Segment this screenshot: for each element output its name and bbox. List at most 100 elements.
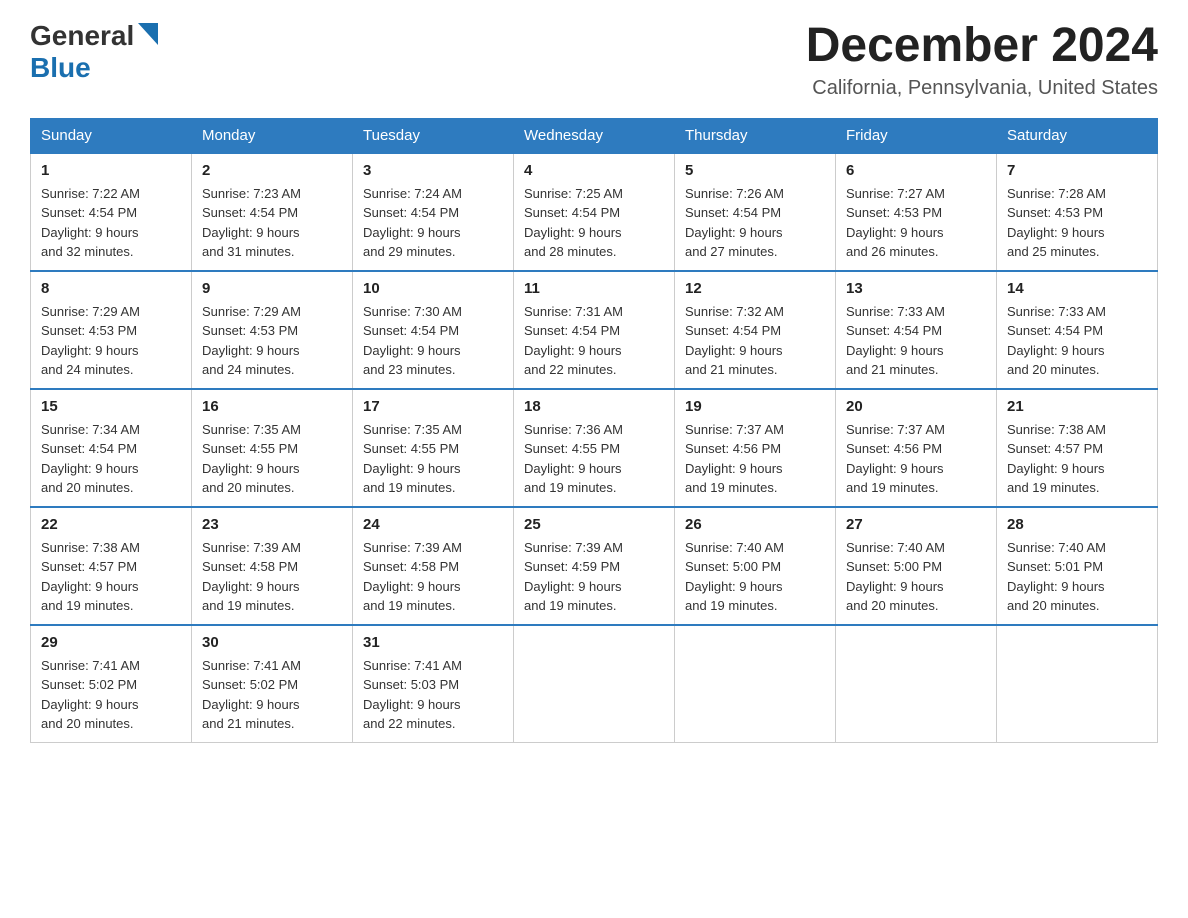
day-info: Sunrise: 7:33 AM Sunset: 4:54 PM Dayligh… <box>846 302 986 380</box>
calendar-day-cell: 24 Sunrise: 7:39 AM Sunset: 4:58 PM Dayl… <box>353 507 514 625</box>
calendar-day-cell: 29 Sunrise: 7:41 AM Sunset: 5:02 PM Dayl… <box>31 625 192 743</box>
calendar-week-row: 15 Sunrise: 7:34 AM Sunset: 4:54 PM Dayl… <box>31 389 1158 507</box>
day-info: Sunrise: 7:26 AM Sunset: 4:54 PM Dayligh… <box>685 184 825 262</box>
logo-arrow-icon <box>138 23 158 50</box>
day-number: 14 <box>1007 280 1147 297</box>
calendar-day-cell: 9 Sunrise: 7:29 AM Sunset: 4:53 PM Dayli… <box>192 271 353 389</box>
day-number: 15 <box>41 398 181 415</box>
day-info: Sunrise: 7:40 AM Sunset: 5:00 PM Dayligh… <box>846 538 986 616</box>
day-number: 5 <box>685 162 825 179</box>
day-number: 21 <box>1007 398 1147 415</box>
day-info: Sunrise: 7:38 AM Sunset: 4:57 PM Dayligh… <box>1007 420 1147 498</box>
day-info: Sunrise: 7:39 AM Sunset: 4:58 PM Dayligh… <box>202 538 342 616</box>
calendar-day-cell <box>836 625 997 743</box>
calendar-day-cell <box>514 625 675 743</box>
day-number: 30 <box>202 634 342 651</box>
calendar-table: SundayMondayTuesdayWednesdayThursdayFrid… <box>30 118 1158 743</box>
day-info: Sunrise: 7:29 AM Sunset: 4:53 PM Dayligh… <box>41 302 181 380</box>
day-number: 18 <box>524 398 664 415</box>
day-number: 9 <box>202 280 342 297</box>
day-number: 16 <box>202 398 342 415</box>
day-number: 27 <box>846 516 986 533</box>
weekday-header-wednesday: Wednesday <box>514 118 675 153</box>
calendar-day-cell: 28 Sunrise: 7:40 AM Sunset: 5:01 PM Dayl… <box>997 507 1158 625</box>
day-number: 12 <box>685 280 825 297</box>
logo: General Blue <box>30 20 158 84</box>
calendar-day-cell: 21 Sunrise: 7:38 AM Sunset: 4:57 PM Dayl… <box>997 389 1158 507</box>
calendar-day-cell: 15 Sunrise: 7:34 AM Sunset: 4:54 PM Dayl… <box>31 389 192 507</box>
day-info: Sunrise: 7:24 AM Sunset: 4:54 PM Dayligh… <box>363 184 503 262</box>
day-info: Sunrise: 7:30 AM Sunset: 4:54 PM Dayligh… <box>363 302 503 380</box>
calendar-day-cell: 27 Sunrise: 7:40 AM Sunset: 5:00 PM Dayl… <box>836 507 997 625</box>
calendar-day-cell: 10 Sunrise: 7:30 AM Sunset: 4:54 PM Dayl… <box>353 271 514 389</box>
calendar-day-cell: 22 Sunrise: 7:38 AM Sunset: 4:57 PM Dayl… <box>31 507 192 625</box>
day-info: Sunrise: 7:31 AM Sunset: 4:54 PM Dayligh… <box>524 302 664 380</box>
day-info: Sunrise: 7:41 AM Sunset: 5:02 PM Dayligh… <box>202 656 342 734</box>
day-number: 31 <box>363 634 503 651</box>
calendar-day-cell: 17 Sunrise: 7:35 AM Sunset: 4:55 PM Dayl… <box>353 389 514 507</box>
calendar-day-cell: 4 Sunrise: 7:25 AM Sunset: 4:54 PM Dayli… <box>514 153 675 271</box>
day-number: 20 <box>846 398 986 415</box>
calendar-day-cell <box>997 625 1158 743</box>
logo-general-text: General <box>30 20 134 52</box>
calendar-day-cell: 23 Sunrise: 7:39 AM Sunset: 4:58 PM Dayl… <box>192 507 353 625</box>
day-number: 29 <box>41 634 181 651</box>
calendar-day-cell: 26 Sunrise: 7:40 AM Sunset: 5:00 PM Dayl… <box>675 507 836 625</box>
day-info: Sunrise: 7:23 AM Sunset: 4:54 PM Dayligh… <box>202 184 342 262</box>
day-number: 22 <box>41 516 181 533</box>
calendar-day-cell: 19 Sunrise: 7:37 AM Sunset: 4:56 PM Dayl… <box>675 389 836 507</box>
calendar-day-cell: 1 Sunrise: 7:22 AM Sunset: 4:54 PM Dayli… <box>31 153 192 271</box>
day-info: Sunrise: 7:39 AM Sunset: 4:59 PM Dayligh… <box>524 538 664 616</box>
weekday-header-monday: Monday <box>192 118 353 153</box>
day-number: 25 <box>524 516 664 533</box>
calendar-day-cell: 13 Sunrise: 7:33 AM Sunset: 4:54 PM Dayl… <box>836 271 997 389</box>
day-info: Sunrise: 7:39 AM Sunset: 4:58 PM Dayligh… <box>363 538 503 616</box>
calendar-week-row: 22 Sunrise: 7:38 AM Sunset: 4:57 PM Dayl… <box>31 507 1158 625</box>
day-number: 3 <box>363 162 503 179</box>
day-number: 23 <box>202 516 342 533</box>
day-info: Sunrise: 7:40 AM Sunset: 5:00 PM Dayligh… <box>685 538 825 616</box>
calendar-day-cell: 25 Sunrise: 7:39 AM Sunset: 4:59 PM Dayl… <box>514 507 675 625</box>
calendar-day-cell: 11 Sunrise: 7:31 AM Sunset: 4:54 PM Dayl… <box>514 271 675 389</box>
day-info: Sunrise: 7:41 AM Sunset: 5:03 PM Dayligh… <box>363 656 503 734</box>
day-info: Sunrise: 7:38 AM Sunset: 4:57 PM Dayligh… <box>41 538 181 616</box>
day-number: 6 <box>846 162 986 179</box>
day-number: 11 <box>524 280 664 297</box>
day-info: Sunrise: 7:25 AM Sunset: 4:54 PM Dayligh… <box>524 184 664 262</box>
calendar-day-cell: 2 Sunrise: 7:23 AM Sunset: 4:54 PM Dayli… <box>192 153 353 271</box>
day-number: 7 <box>1007 162 1147 179</box>
day-number: 10 <box>363 280 503 297</box>
day-number: 2 <box>202 162 342 179</box>
day-info: Sunrise: 7:27 AM Sunset: 4:53 PM Dayligh… <box>846 184 986 262</box>
page-header: General Blue December 2024 California, P… <box>30 20 1158 100</box>
calendar-week-row: 8 Sunrise: 7:29 AM Sunset: 4:53 PM Dayli… <box>31 271 1158 389</box>
weekday-header-sunday: Sunday <box>31 118 192 153</box>
calendar-day-cell: 31 Sunrise: 7:41 AM Sunset: 5:03 PM Dayl… <box>353 625 514 743</box>
day-number: 24 <box>363 516 503 533</box>
day-info: Sunrise: 7:34 AM Sunset: 4:54 PM Dayligh… <box>41 420 181 498</box>
weekday-header-row: SundayMondayTuesdayWednesdayThursdayFrid… <box>31 118 1158 153</box>
day-info: Sunrise: 7:37 AM Sunset: 4:56 PM Dayligh… <box>846 420 986 498</box>
day-number: 28 <box>1007 516 1147 533</box>
calendar-week-row: 29 Sunrise: 7:41 AM Sunset: 5:02 PM Dayl… <box>31 625 1158 743</box>
month-title: December 2024 <box>806 20 1158 73</box>
day-info: Sunrise: 7:35 AM Sunset: 4:55 PM Dayligh… <box>363 420 503 498</box>
calendar-day-cell: 30 Sunrise: 7:41 AM Sunset: 5:02 PM Dayl… <box>192 625 353 743</box>
day-info: Sunrise: 7:28 AM Sunset: 4:53 PM Dayligh… <box>1007 184 1147 262</box>
calendar-day-cell: 8 Sunrise: 7:29 AM Sunset: 4:53 PM Dayli… <box>31 271 192 389</box>
day-number: 4 <box>524 162 664 179</box>
weekday-header-thursday: Thursday <box>675 118 836 153</box>
day-number: 1 <box>41 162 181 179</box>
day-number: 19 <box>685 398 825 415</box>
calendar-day-cell: 12 Sunrise: 7:32 AM Sunset: 4:54 PM Dayl… <box>675 271 836 389</box>
day-number: 8 <box>41 280 181 297</box>
calendar-day-cell: 20 Sunrise: 7:37 AM Sunset: 4:56 PM Dayl… <box>836 389 997 507</box>
calendar-day-cell <box>675 625 836 743</box>
day-info: Sunrise: 7:29 AM Sunset: 4:53 PM Dayligh… <box>202 302 342 380</box>
location-title: California, Pennsylvania, United States <box>806 77 1158 100</box>
day-info: Sunrise: 7:32 AM Sunset: 4:54 PM Dayligh… <box>685 302 825 380</box>
day-number: 26 <box>685 516 825 533</box>
calendar-day-cell: 18 Sunrise: 7:36 AM Sunset: 4:55 PM Dayl… <box>514 389 675 507</box>
weekday-header-saturday: Saturday <box>997 118 1158 153</box>
calendar-day-cell: 5 Sunrise: 7:26 AM Sunset: 4:54 PM Dayli… <box>675 153 836 271</box>
